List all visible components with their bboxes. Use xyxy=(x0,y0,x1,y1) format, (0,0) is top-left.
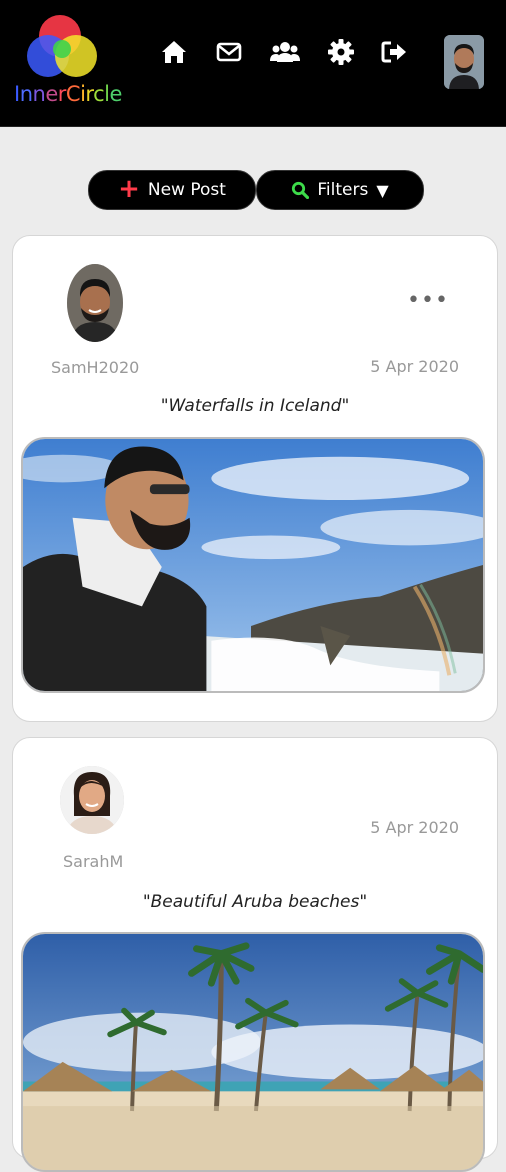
post-author-avatar[interactable] xyxy=(60,766,124,834)
post-photo[interactable] xyxy=(21,437,485,693)
logo-letter: r xyxy=(85,82,94,106)
logout-icon[interactable] xyxy=(380,38,408,66)
logo-wordmark: InnerCircle xyxy=(14,82,122,106)
top-nav-bar: InnerCircle xyxy=(0,0,506,127)
logo-letter: n xyxy=(19,82,33,106)
new-post-label: New Post xyxy=(147,180,226,200)
user-avatar[interactable] xyxy=(444,35,484,89)
logo-letter: n xyxy=(32,82,46,106)
search-icon xyxy=(291,181,310,200)
filters-button[interactable]: Filters ▼ xyxy=(256,170,424,210)
logo-letter: r xyxy=(57,82,67,106)
mail-icon[interactable] xyxy=(215,38,243,66)
logo-letter: e xyxy=(109,82,122,106)
post-username[interactable]: SamH2020 xyxy=(51,358,139,377)
filters-label: Filters xyxy=(317,180,369,200)
friends-icon[interactable] xyxy=(270,38,300,66)
chevron-down-icon: ▼ xyxy=(376,180,389,200)
post-card: 5 Apr 2020 SarahM "Beautiful Aruba beach… xyxy=(12,737,498,1172)
plus-icon: + xyxy=(118,174,140,204)
post-caption: "Waterfalls in Iceland" xyxy=(160,396,350,416)
post-caption: "Beautiful Aruba beaches" xyxy=(142,892,368,912)
post-card: ••• SamH2020 5 Apr 2020 "Waterfalls in I… xyxy=(12,235,498,722)
new-post-button[interactable]: + New Post xyxy=(88,170,256,210)
post-photo[interactable] xyxy=(21,932,485,1172)
logo-letter: e xyxy=(45,82,58,106)
logo-letter: c xyxy=(93,82,105,106)
post-options-icon[interactable]: ••• xyxy=(407,288,449,313)
post-date: 5 Apr 2020 xyxy=(370,818,459,837)
innercircle-logo[interactable]: InnerCircle xyxy=(12,12,124,112)
post-username[interactable]: SarahM xyxy=(63,852,123,871)
logo-letter: C xyxy=(65,82,81,106)
post-date: 5 Apr 2020 xyxy=(370,357,459,376)
home-icon[interactable] xyxy=(160,38,188,66)
logo-circles xyxy=(27,15,97,77)
post-author-avatar[interactable] xyxy=(67,264,123,342)
settings-icon[interactable] xyxy=(327,38,355,66)
